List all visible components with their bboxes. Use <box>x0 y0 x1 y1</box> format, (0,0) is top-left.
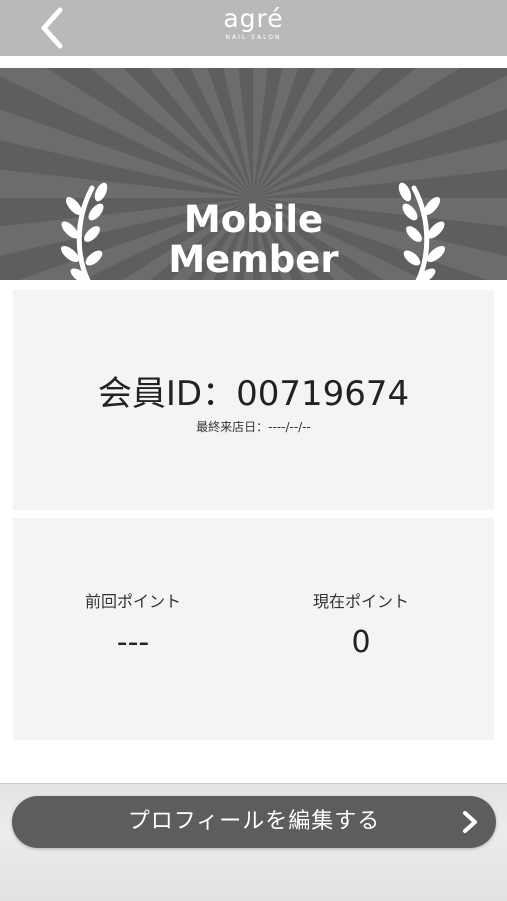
previous-points-label: 前回ポイント <box>84 592 181 611</box>
logo-tagline: NAIL SALON <box>225 34 282 41</box>
current-points: 現在ポイント 0 <box>241 590 481 660</box>
current-points-label: 現在ポイント <box>312 592 409 611</box>
app-header: agré NAIL SALON <box>0 0 507 56</box>
banner-title: Mobile Member <box>0 200 507 280</box>
member-id: 会員ID：00719674 <box>97 374 410 414</box>
logo-wordmark: agré <box>223 4 284 33</box>
chevron-right-icon <box>463 811 477 833</box>
banner-title-line2: Member <box>168 238 339 280</box>
member-id-card: 会員ID：00719674 最終来店日：----/--/-- <box>13 290 494 510</box>
previous-points: 前回ポイント --- <box>13 590 253 660</box>
brand-logo: agré NAIL SALON <box>0 4 507 42</box>
edit-profile-button[interactable]: プロフィールを編集する <box>12 796 496 848</box>
last-visit-date: 最終来店日：----/--/-- <box>196 420 311 434</box>
banner-title-line1: Mobile <box>183 198 324 241</box>
previous-points-value: --- <box>116 625 150 660</box>
current-points-value: 0 <box>351 625 371 660</box>
edit-profile-label: プロフィールを編集する <box>127 809 381 834</box>
member-banner: Mobile Member <box>0 68 507 280</box>
header-divider <box>0 56 507 68</box>
points-card: 前回ポイント --- 現在ポイント 0 <box>13 518 494 740</box>
